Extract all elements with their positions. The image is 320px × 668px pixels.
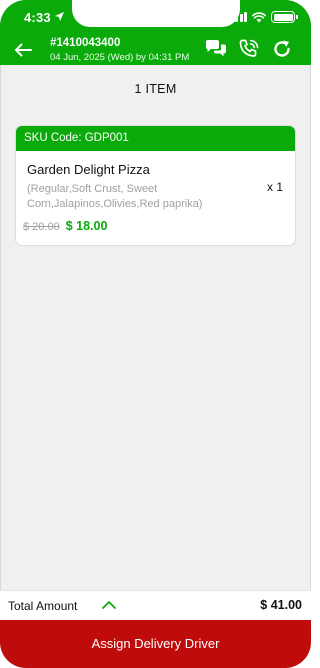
sku-code: SKU Code: GDP001 [16, 126, 295, 151]
item-name: Garden Delight Pizza [27, 162, 150, 177]
item-quantity: x 1 [266, 180, 283, 194]
total-bar: Total Amount $ 41.00 [0, 590, 311, 620]
refresh-icon [274, 40, 290, 57]
battery-icon [271, 11, 298, 23]
wifi-icon [252, 11, 266, 22]
chat-icon [206, 40, 226, 57]
item-count: 1 ITEM [134, 82, 177, 96]
order-header: #1410043400 04 Jun, 2025 (Wed) by 04:31 … [0, 34, 311, 65]
back-arrow-icon [15, 43, 32, 57]
total-label: Total Amount [8, 599, 78, 613]
status-bar: 4:33 [0, 0, 311, 34]
refresh-button[interactable] [270, 38, 294, 60]
assign-delivery-driver-button[interactable]: Assign Delivery Driver [0, 620, 311, 668]
total-value: $ 41.00 [260, 598, 302, 612]
discounted-price: $ 18.00 [65, 219, 108, 233]
back-button[interactable] [10, 38, 36, 62]
price-row: $ 20.00 $ 18.00 [23, 219, 107, 233]
app-screen: 4:33 #1410043400 04 Jun, 2025 (Wed) by 0… [0, 0, 311, 668]
chevron-up-icon[interactable] [100, 598, 118, 612]
order-id: #1410043400 [50, 37, 121, 49]
chat-button[interactable] [204, 38, 228, 60]
location-arrow-icon [54, 11, 65, 22]
order-date: 04 Jun, 2025 (Wed) by 04:31 PM [50, 52, 190, 63]
item-options: (Regular,Soft Crust, Sweet Corn,Jalapino… [27, 183, 203, 210]
call-button[interactable] [237, 38, 261, 60]
device-notch [72, 0, 240, 27]
original-price: $ 20.00 [23, 221, 60, 233]
status-time: 4:33 [24, 10, 51, 25]
phone-call-icon [239, 39, 259, 57]
signal-icon [230, 12, 247, 22]
order-item-card: SKU Code: GDP001 Garden Delight Pizza (R… [16, 126, 295, 245]
status-icons [230, 10, 298, 24]
